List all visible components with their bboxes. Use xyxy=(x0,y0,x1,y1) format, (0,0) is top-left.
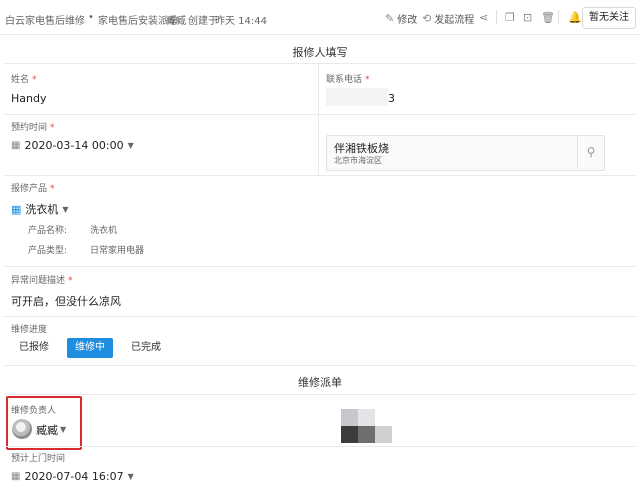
bell-icon[interactable]: 🔔 xyxy=(568,11,582,24)
highlight-box xyxy=(6,396,82,450)
divider xyxy=(4,114,636,115)
divider xyxy=(4,316,636,317)
breadcrumb-app[interactable]: 白云家电售后维修 xyxy=(5,12,85,27)
chevron-down-icon: ▼ xyxy=(127,141,134,150)
divider xyxy=(4,63,636,64)
grid-icon: ▦ xyxy=(11,202,22,216)
redacted-block xyxy=(358,409,375,426)
column-divider xyxy=(318,114,319,176)
progress-label: 维修进度 xyxy=(11,325,48,335)
edit-button[interactable]: ✎ 修改 xyxy=(385,11,417,26)
divider xyxy=(4,266,636,267)
created-label: 创建于 xyxy=(188,16,218,27)
redacted-block xyxy=(341,409,358,426)
creator-name: 臧臧 xyxy=(166,16,186,27)
progress-option-completed[interactable]: 已完成 xyxy=(124,338,168,358)
progress-option-in-repair[interactable]: 维修中 xyxy=(67,338,113,358)
divider xyxy=(4,394,636,395)
appointment-value: 2020-03-14 00:00 xyxy=(24,139,124,152)
section-title-reporter: 报修人填写 xyxy=(292,46,348,59)
appointment-label: 预约时间 * xyxy=(11,123,55,133)
share-icon[interactable]: ⋖ xyxy=(479,11,488,24)
appointment-picker[interactable]: ▦ 2020-03-14 00:00 ▼ xyxy=(11,139,134,152)
delete-icon[interactable]: 🗑 xyxy=(541,11,555,24)
product-type-value: 日常家用电器 xyxy=(90,246,145,256)
created-time: 昨天 14:44 xyxy=(215,16,267,27)
progress-option-reported[interactable]: 已报修 xyxy=(12,338,56,358)
calendar-icon: ▦ xyxy=(11,471,21,482)
name-value: Handy xyxy=(11,92,47,105)
divider xyxy=(4,175,636,176)
redacted-block xyxy=(375,426,392,443)
column-divider xyxy=(318,63,319,115)
issue-value: 可开启，但没什么凉风 xyxy=(11,295,121,308)
copy-icon[interactable]: ❐ xyxy=(505,11,515,24)
product-name-label: 产品名称: xyxy=(28,226,68,236)
phone-label: 联系电话 * xyxy=(326,75,370,85)
section-title-dispatch: 维修派单 xyxy=(298,376,342,389)
product-name-value: 洗衣机 xyxy=(90,226,118,236)
phone-value: 3 xyxy=(388,92,395,105)
lock-icon[interactable]: ⊡ xyxy=(523,11,532,24)
product-type-label: 产品类型: xyxy=(28,246,68,256)
top-bar: 白云家电售后维修 • 家电售后安装派单 臧臧 创建于 昨天 14:44 ✎ 修改… xyxy=(0,0,640,35)
divider xyxy=(4,365,636,366)
flow-label: 发起流程 xyxy=(434,15,475,26)
issue-label: 异常问题描述 * xyxy=(11,276,73,286)
phone-redacted xyxy=(326,88,388,106)
breadcrumb-separator: • xyxy=(88,12,94,23)
eta-picker[interactable]: ▦ 2020-07-04 16:07 ▼ xyxy=(11,470,134,483)
start-flow-button[interactable]: ⟲ 发起流程 xyxy=(422,11,474,26)
location-pin-icon[interactable]: ⚲ xyxy=(577,135,604,169)
edit-icon: ✎ xyxy=(385,12,395,25)
chevron-down-icon: ▼ xyxy=(127,472,134,481)
flow-icon: ⟲ xyxy=(422,12,432,25)
product-selector[interactable]: ▦ 洗衣机 ▼ xyxy=(11,201,69,217)
redacted-block xyxy=(341,426,358,443)
chevron-down-icon: ▼ xyxy=(62,204,69,214)
address-title: 伴湘铁板烧 xyxy=(334,142,389,155)
edit-label: 修改 xyxy=(397,15,418,26)
name-label: 姓名 * xyxy=(11,75,37,85)
follow-button[interactable]: 暂无关注 xyxy=(582,7,636,29)
redacted-block xyxy=(358,426,375,443)
product-value: 洗衣机 xyxy=(25,203,59,216)
divider xyxy=(4,446,636,447)
toolbar-divider xyxy=(558,10,559,24)
address-subtitle: 北京市海淀区 xyxy=(334,156,382,165)
eta-label: 预计上门时间 xyxy=(11,454,66,464)
calendar-icon: ▦ xyxy=(11,140,21,151)
product-label: 报修产品 * xyxy=(11,184,55,194)
eta-value: 2020-07-04 16:07 xyxy=(24,470,124,483)
toolbar-divider xyxy=(496,10,497,24)
